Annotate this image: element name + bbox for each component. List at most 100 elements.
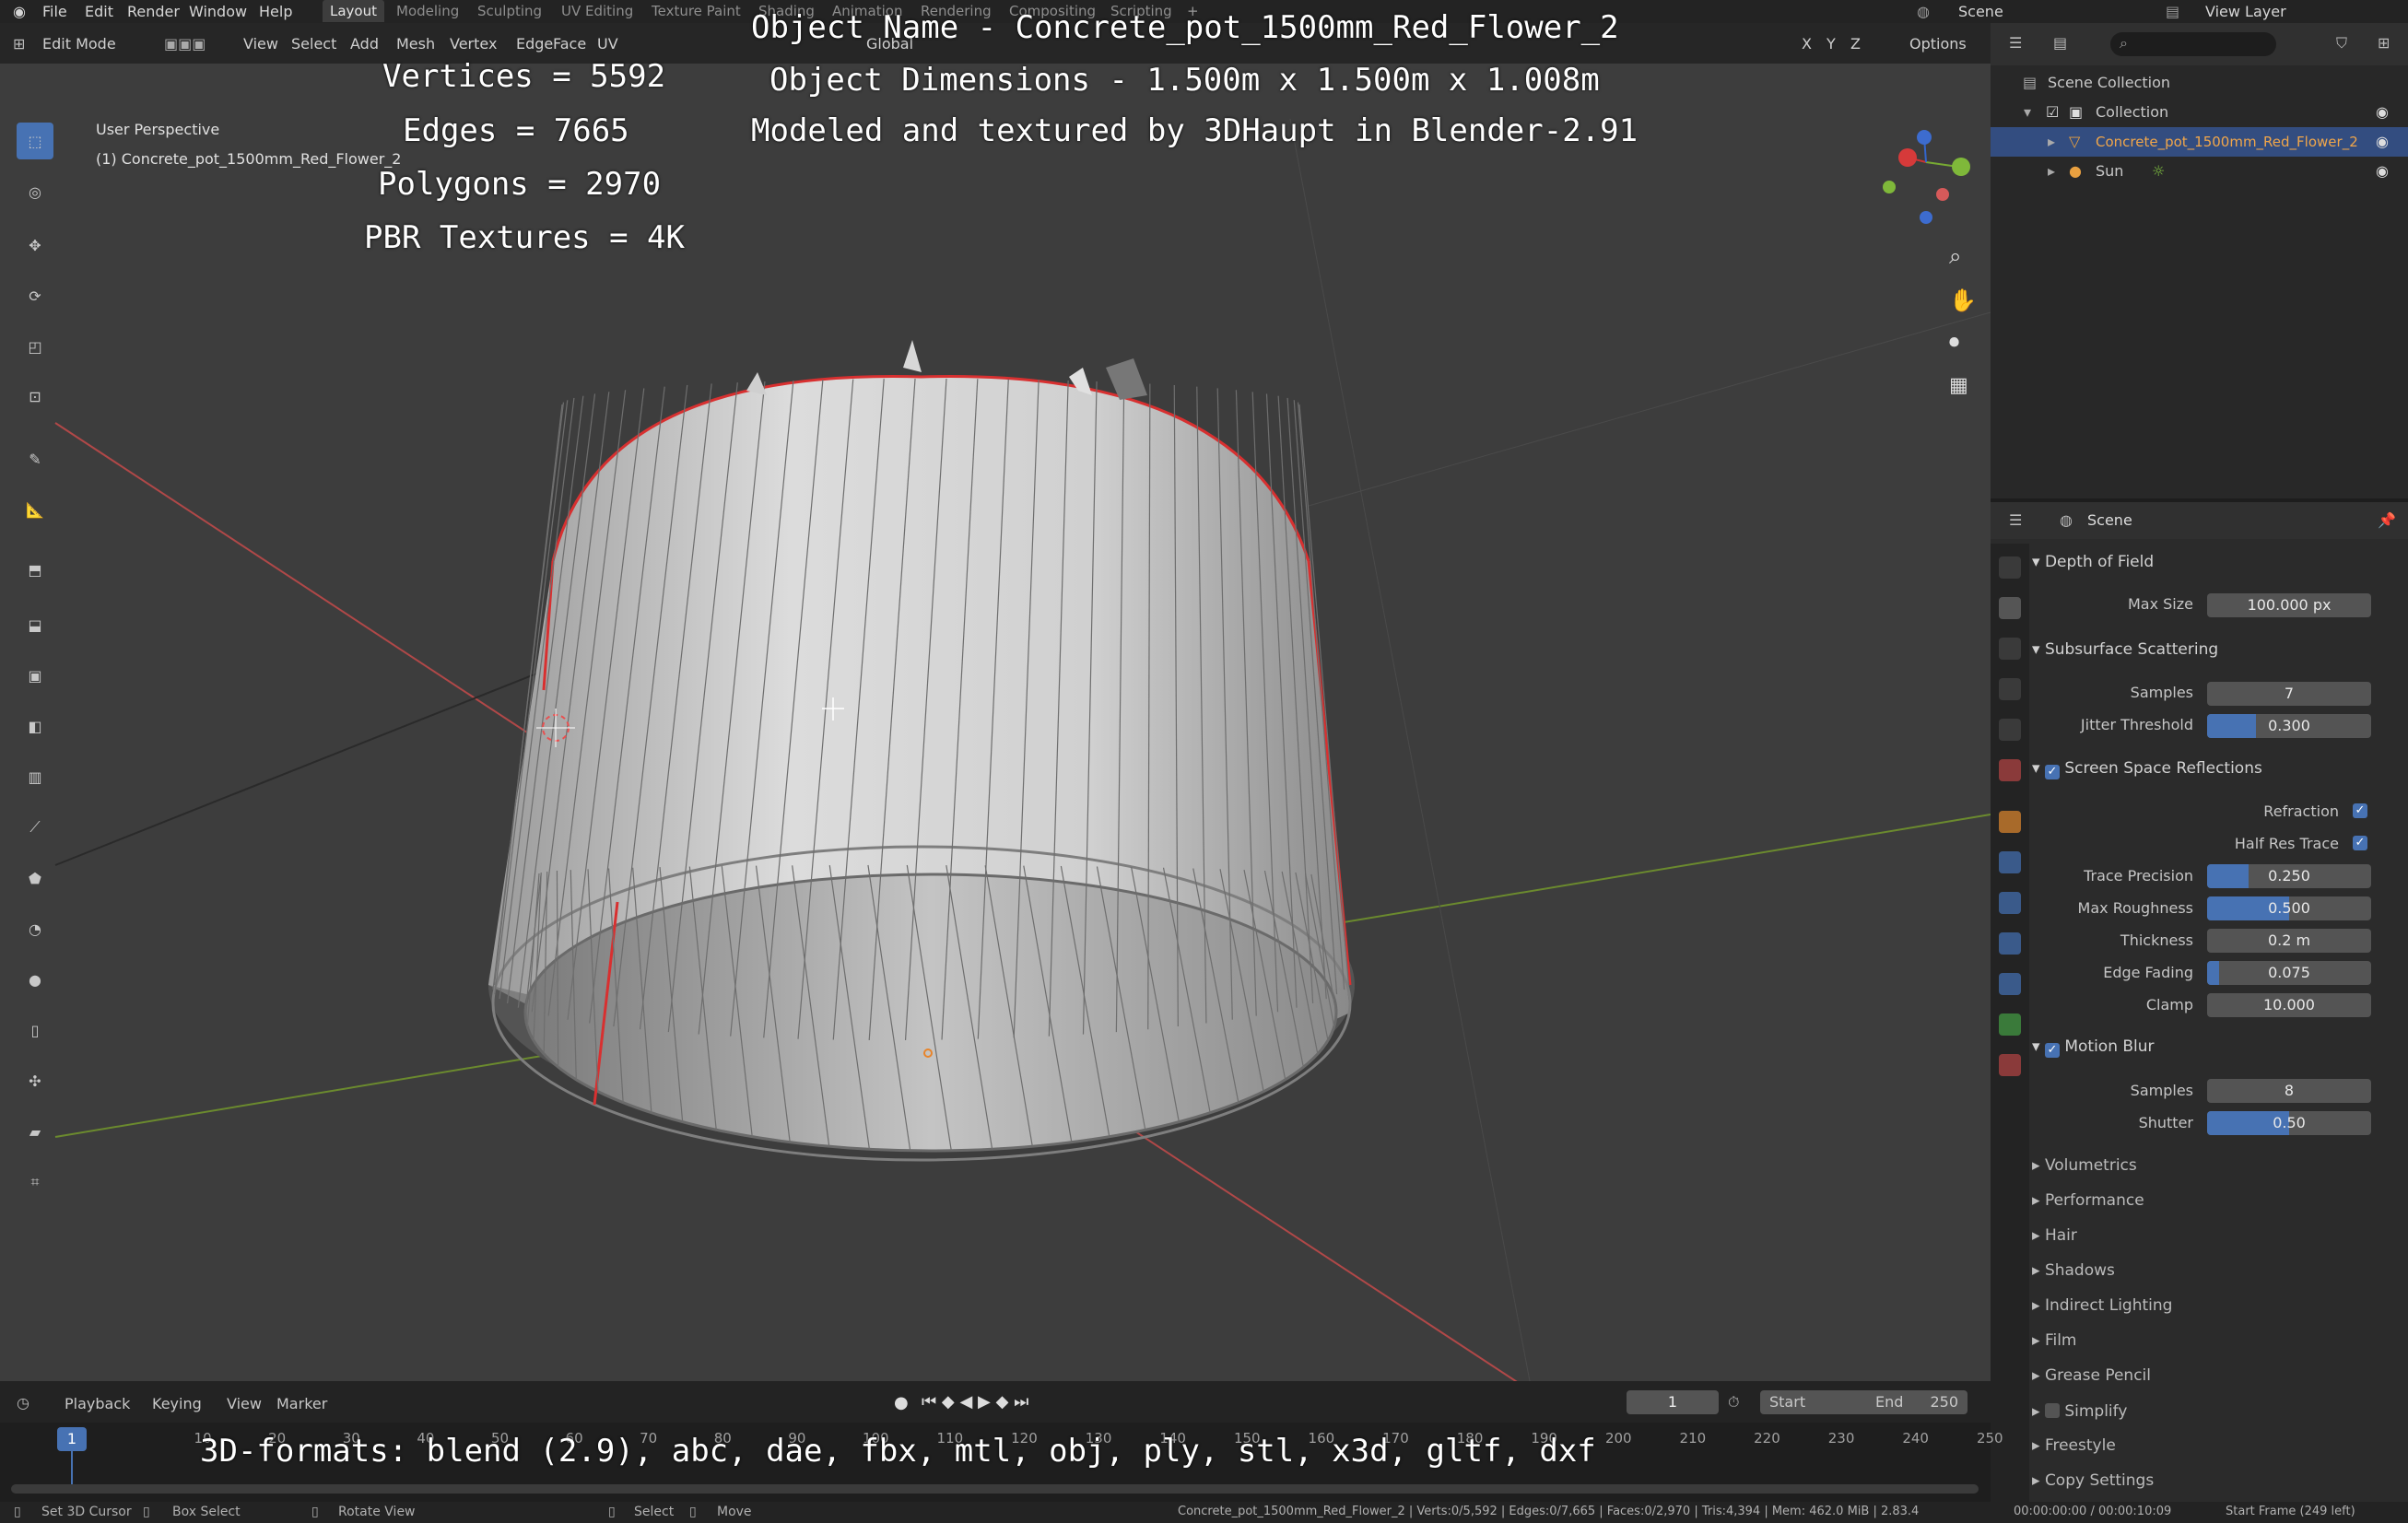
axis-x-toggle[interactable]: X <box>1802 35 1812 53</box>
annotate-tool-icon[interactable]: ✎ <box>17 440 53 477</box>
section-screen-space-reflections[interactable]: ▾ ✓ Screen Space Reflections <box>2032 759 2262 779</box>
menu-edge[interactable]: Edge <box>516 35 553 53</box>
poly-build-tool-icon[interactable]: ⬟ <box>17 860 53 896</box>
menu-select[interactable]: Select <box>291 35 336 53</box>
mb-samples-field[interactable]: 8 <box>2207 1079 2371 1103</box>
simplify-checkbox[interactable] <box>2044 1403 2060 1418</box>
smooth-tool-icon[interactable]: ● <box>17 961 53 998</box>
outliner-row-object[interactable]: ▸ ▽ Concrete_pot_1500mm_Red_Flower_2 ◉ <box>1991 127 2408 157</box>
mode-dropdown[interactable]: Edit Mode <box>42 35 116 53</box>
playback-menu[interactable]: Playback <box>65 1395 130 1412</box>
filter-icon[interactable]: ⛉ <box>2336 34 2347 53</box>
eye-icon[interactable]: ◉ <box>2376 98 2389 127</box>
move-tool-icon[interactable]: ✥ <box>17 227 53 264</box>
tab-layout[interactable]: Layout <box>323 0 384 22</box>
sss-samples-field[interactable]: 7 <box>2207 682 2371 706</box>
pin-icon[interactable]: 📌 <box>2378 511 2396 529</box>
eye-icon[interactable]: ◉ <box>2376 127 2389 157</box>
constraints-tab-icon[interactable] <box>1999 973 2021 995</box>
section-freestyle[interactable]: ▸ Freestyle <box>2032 1436 2116 1455</box>
zoom-icon[interactable]: ⌕ <box>1949 243 1961 269</box>
grid-view-icon[interactable]: ▦ <box>1949 374 1968 397</box>
section-subsurface-scattering[interactable]: ▾ Subsurface Scattering <box>2032 640 2218 659</box>
half-res-checkbox[interactable]: ✓ <box>2353 836 2367 850</box>
timeline-view-menu[interactable]: View <box>227 1395 262 1412</box>
outliner-editor-icon[interactable]: ☰ <box>2009 34 2022 52</box>
motion-blur-checkbox[interactable]: ✓ <box>2044 1043 2060 1058</box>
outliner-row-sun[interactable]: ▸ ● Sun ☼ ◉ <box>1991 157 2408 186</box>
editor-type-icon[interactable]: ⊞ <box>13 35 25 53</box>
thickness-field[interactable]: 0.2 m <box>2207 929 2371 953</box>
view-layer-name[interactable]: View Layer <box>2205 3 2286 20</box>
3d-viewport[interactable]: ⌕ ✋ ⏺ ▦ <box>0 64 1991 1381</box>
menu-help[interactable]: Help <box>259 3 292 20</box>
section-volumetrics[interactable]: ▸ Volumetrics <box>2032 1156 2137 1175</box>
outliner-row-scene-collection[interactable]: ▤ Scene Collection <box>1991 68 2408 98</box>
section-depth-of-field[interactable]: ▾ Depth of Field <box>2032 553 2154 571</box>
timeline-scrollbar[interactable] <box>11 1484 1979 1494</box>
knife-tool-icon[interactable]: ⟋ <box>17 809 53 846</box>
tab-texture-paint[interactable]: Texture Paint <box>652 3 741 19</box>
data-tab-icon[interactable] <box>1999 1013 2021 1036</box>
new-collection-icon[interactable]: ⊞ <box>2378 34 2390 52</box>
jitter-slider[interactable]: 0.300 <box>2207 714 2371 738</box>
world-tab-icon[interactable] <box>1999 759 2021 781</box>
collection-checkbox[interactable]: ☑ <box>2046 98 2059 127</box>
menu-face[interactable]: Face <box>553 35 586 53</box>
section-film[interactable]: ▸ Film <box>2032 1331 2077 1350</box>
axis-z-toggle[interactable]: Z <box>1850 35 1861 53</box>
playback-controls-icon[interactable]: ⏮ ◆ ◀ ▶ ◆ ⏭ <box>922 1392 1028 1412</box>
section-shadows[interactable]: ▸ Shadows <box>2032 1261 2115 1280</box>
scene-tab-icon[interactable] <box>1999 719 2021 741</box>
material-tab-icon[interactable] <box>1999 1054 2021 1076</box>
expand-chevron-icon[interactable]: ▾ <box>2024 98 2031 127</box>
outliner-search-input[interactable]: ⌕ <box>2110 32 2276 56</box>
properties-editor-icon[interactable]: ☰ <box>2009 511 2022 529</box>
section-hair[interactable]: ▸ Hair <box>2032 1226 2077 1245</box>
edge-fading-slider[interactable]: 0.075 <box>2207 961 2371 985</box>
menu-file[interactable]: File <box>42 3 67 20</box>
expand-chevron-icon[interactable]: ▸ <box>2048 157 2055 186</box>
marker-menu[interactable]: Marker <box>276 1395 327 1412</box>
options-dropdown[interactable]: Options <box>1909 35 1967 53</box>
max-size-field[interactable]: 100.000 px <box>2207 593 2371 617</box>
select-mode-icons[interactable]: ▣▣▣ <box>164 35 206 53</box>
transform-tool-icon[interactable]: ⊡ <box>17 378 53 415</box>
bevel-tool-icon[interactable]: ◧ <box>17 708 53 744</box>
rip-tool-icon[interactable]: ⌗ <box>17 1164 53 1201</box>
end-frame-field[interactable]: End 250 <box>1866 1390 1968 1414</box>
add-cube-tool-icon[interactable]: ⬒ <box>17 551 53 588</box>
section-indirect-lighting[interactable]: ▸ Indirect Lighting <box>2032 1296 2172 1315</box>
section-copy-settings[interactable]: ▸ Copy Settings <box>2032 1471 2154 1490</box>
menu-add[interactable]: Add <box>350 35 379 53</box>
select-tool-icon[interactable]: ⬚ <box>17 123 53 159</box>
tool-tab-icon[interactable] <box>1999 556 2021 579</box>
eye-icon[interactable]: ◉ <box>2376 157 2389 186</box>
view-layer-icon[interactable]: ▤ <box>2166 3 2179 20</box>
spin-tool-icon[interactable]: ◔ <box>17 910 53 947</box>
output-tab-icon[interactable] <box>1999 638 2021 660</box>
scale-tool-icon[interactable]: ◰ <box>17 328 53 365</box>
keying-menu[interactable]: Keying <box>152 1395 202 1412</box>
scene-name[interactable]: Scene <box>1958 3 2003 20</box>
menu-vertex[interactable]: Vertex <box>450 35 497 53</box>
menu-window[interactable]: Window <box>189 3 247 20</box>
tab-uv-editing[interactable]: UV Editing <box>561 3 633 19</box>
blender-logo-icon[interactable]: ◉ <box>13 3 26 20</box>
camera-view-icon[interactable]: ⏺ <box>1949 331 1959 354</box>
menu-view[interactable]: View <box>243 35 278 53</box>
render-tab-icon[interactable] <box>1999 597 2021 619</box>
section-grease-pencil[interactable]: ▸ Grease Pencil <box>2032 1366 2151 1385</box>
ssr-checkbox[interactable]: ✓ <box>2044 765 2060 779</box>
menu-uv[interactable]: UV <box>597 35 618 53</box>
view-layer-tab-icon[interactable] <box>1999 678 2021 700</box>
loop-cut-tool-icon[interactable]: ▥ <box>17 758 53 795</box>
current-frame-field[interactable]: 1 <box>1627 1390 1719 1414</box>
scene-icon[interactable]: ◍ <box>1917 3 1930 20</box>
object-tab-icon[interactable] <box>1999 811 2021 833</box>
measure-tool-icon[interactable]: 📐 <box>17 491 53 528</box>
edge-slide-tool-icon[interactable]: ▯ <box>17 1012 53 1049</box>
navigation-gizmo[interactable] <box>1883 130 1970 224</box>
refraction-checkbox[interactable]: ✓ <box>2353 803 2367 818</box>
timeline-editor-icon[interactable]: ◷ <box>17 1394 29 1412</box>
